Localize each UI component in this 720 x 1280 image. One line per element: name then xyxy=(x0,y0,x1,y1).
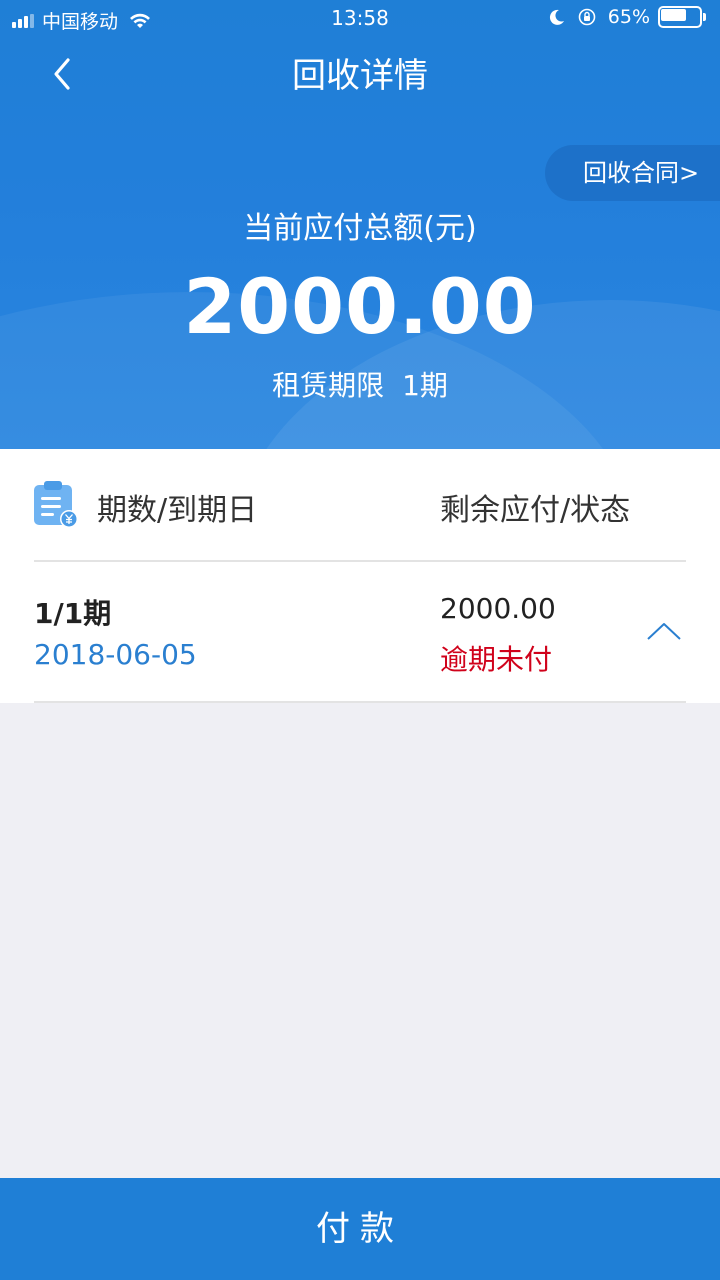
page-title: 回收详情 xyxy=(292,56,428,96)
installment-period: 1/1期 xyxy=(34,597,112,630)
chevron-up-icon[interactable] xyxy=(645,620,683,642)
battery-percent: 65% xyxy=(607,6,650,28)
payment-status: 逾期未付 xyxy=(440,643,553,676)
lease-term: 租赁期限 1期 xyxy=(0,364,720,404)
moon-icon xyxy=(549,9,564,25)
column-period-date: 期数/到期日 xyxy=(97,493,258,528)
lease-value: 1期 xyxy=(402,369,448,402)
amount-label: 当前应付总额(元) xyxy=(243,211,477,246)
installment-list: 期数/到期日 剩余应付/状态 1/1期 2018-06-05 2000.00 逾… xyxy=(0,449,720,703)
list-header: 期数/到期日 剩余应付/状态 xyxy=(0,449,720,560)
remaining-amount: 2000.00 xyxy=(440,592,556,625)
column-remaining-status: 剩余应付/状态 xyxy=(440,493,631,528)
battery-icon xyxy=(658,6,706,28)
status-right: 65% xyxy=(548,6,706,28)
pay-button[interactable]: 付款 xyxy=(0,1178,720,1280)
screen: 中国移动 13:58 65% 回收详情 回收合同> 当前应付总额(元) 2000… xyxy=(0,0,720,1280)
rotation-lock-icon xyxy=(578,8,596,26)
due-date: 2018-06-05 xyxy=(34,638,197,671)
clipboard-yen-icon xyxy=(34,481,78,528)
summary-header: 中国移动 13:58 65% 回收详情 回收合同> 当前应付总额(元) 2000… xyxy=(0,0,720,449)
list-item[interactable]: 1/1期 2018-06-05 2000.00 逾期未付 xyxy=(0,562,720,702)
divider xyxy=(34,701,686,703)
total-amount: 2000.00 xyxy=(183,262,537,351)
status-bar: 中国移动 13:58 65% xyxy=(0,0,720,38)
lease-label: 租赁期限 xyxy=(272,369,385,402)
contract-link[interactable]: 回收合同> xyxy=(545,145,720,201)
